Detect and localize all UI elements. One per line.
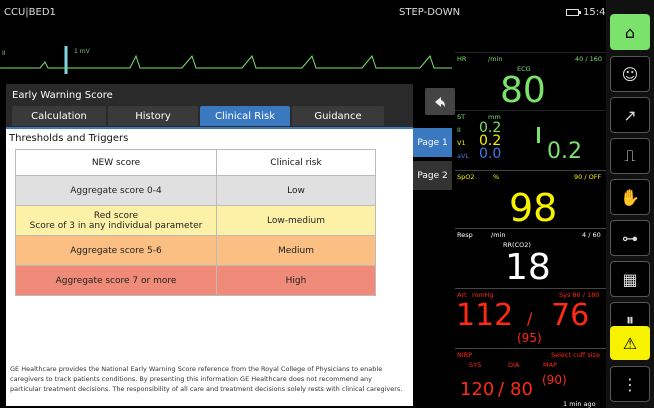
clinical-risk-content: Thresholds and Triggers NEW score Clinic… <box>6 127 413 406</box>
patient-icon: ☺ <box>621 64 639 84</box>
tab-clinical-risk[interactable]: Clinical Risk <box>200 106 290 126</box>
spo2-value: 98 <box>509 186 558 230</box>
hr-limits: 40 / 160 <box>575 55 602 63</box>
risk-row: Aggregate score 5-6 Medium <box>15 235 376 266</box>
nibp-dia-header: DIA <box>508 361 520 369</box>
nibp-parameter[interactable]: NIBP Select cuff size SYS DIA MAP 120 / … <box>455 348 606 408</box>
art-map-value: (95) <box>517 331 542 345</box>
resp-limits: 4 / 60 <box>582 231 601 239</box>
hand-icon: ✋ <box>620 187 640 207</box>
ecg-waveform: II 1 mV <box>0 44 452 84</box>
tab-history[interactable]: History <box>108 106 198 126</box>
more-button[interactable]: ⋮ <box>610 366 650 402</box>
resp-unit: /min <box>491 231 506 239</box>
page-2-button[interactable]: Page 2 <box>413 161 452 190</box>
resp-label: Resp <box>457 231 473 239</box>
nibp-label: NIBP <box>457 351 473 359</box>
tab-guidance[interactable]: Guidance <box>292 106 384 126</box>
disclaimer-text: GE Healthcare provides the National Earl… <box>10 365 403 393</box>
header-new-score: NEW score <box>15 149 217 176</box>
nibp-slash: / <box>498 379 505 400</box>
resp-parameter[interactable]: Resp /min 4 / 60 RR(CO2) 18 <box>455 228 606 288</box>
risk-row: Red score Score of 3 in any individual p… <box>15 205 376 236</box>
risk-score-cell: Aggregate score 5-6 <box>15 235 217 266</box>
ews-header: Early Warning Score Calculation History … <box>6 84 413 127</box>
hr-parameter[interactable]: HR /min 40 / 160 ECG 80 <box>455 52 606 111</box>
nibp-map-header: MAP <box>543 361 557 369</box>
art-parameter[interactable]: Art mmHg Sys 80 / 180 112 / 76 (95) <box>455 288 606 348</box>
nibp-time-ago: 1 min ago <box>563 400 596 408</box>
risk-level-cell: High <box>216 265 376 296</box>
tab-calculation[interactable]: Calculation <box>12 106 106 126</box>
nibp-map-value: (90) <box>542 373 567 387</box>
ews-tabs: Calculation History Clinical Risk Guidan… <box>12 106 386 126</box>
calculator-button[interactable]: ▦ <box>610 261 650 297</box>
alarm-silence-icon: ⚠ <box>622 333 638 353</box>
bed-button[interactable]: ⎍ <box>610 138 650 174</box>
calculator-icon: ▦ <box>622 269 638 289</box>
bed-label: CCU|BED1 <box>4 7 56 18</box>
nibp-sys-header: SYS <box>469 361 482 369</box>
st-lead-ii: II <box>457 126 461 134</box>
page-selector: Page 1 Page 2 <box>413 128 453 194</box>
st-label: ST <box>457 113 466 121</box>
early-warning-score-panel: Early Warning Score Calculation History … <box>6 84 413 406</box>
alarm-silence-button[interactable]: ⚠ <box>610 326 650 360</box>
home-icon: ⌂ <box>624 22 636 42</box>
ews-title: Early Warning Score <box>12 90 113 101</box>
more-icon: ⋮ <box>622 374 638 394</box>
resp-value: 18 <box>505 247 551 288</box>
battery-icon <box>566 9 581 16</box>
spo2-label: SpO2 <box>457 173 475 181</box>
risk-row: Aggregate score 7 or more High <box>15 265 376 296</box>
st-bar-icon <box>537 127 540 143</box>
risk-level-cell: Low-medium <box>216 205 376 236</box>
header-clinical-risk: Clinical risk <box>216 149 376 176</box>
hr-value: 80 <box>500 70 546 111</box>
right-sidebar: ⌂ ☺ ↗ ⎍ ✋ ⊶ ▦ ⏸ ⚠ ⋮ <box>606 0 654 408</box>
back-arrow-icon <box>435 96 445 107</box>
page-1-button[interactable]: Page 1 <box>413 128 452 157</box>
art-sys-value: 112 <box>456 298 514 333</box>
st-parameter[interactable]: ST mm II V1 aVL 0.2 0.2 0.0 0.2 <box>455 110 606 168</box>
st-value-avl: 0.0 <box>479 146 502 162</box>
hr-label: HR <box>457 55 467 63</box>
risk-row: Aggregate score 0-4 Low <box>15 175 376 206</box>
hr-unit: /min <box>488 55 503 63</box>
risk-score-cell: Aggregate score 7 or more <box>15 265 217 296</box>
vitals-column: HR /min 40 / 160 ECG 80 ST mm II V1 aVL … <box>455 52 606 408</box>
hand-button[interactable]: ✋ <box>610 179 650 215</box>
spo2-limits: 90 / OFF <box>574 173 602 181</box>
nibp-dia-value: 80 <box>510 379 533 400</box>
risk-level-cell: Low <box>216 175 376 206</box>
art-dia-value: 76 <box>551 298 590 333</box>
st-lead-avl: aVL <box>457 152 470 160</box>
nibp-sys-value: 120 <box>460 379 495 400</box>
spo2-unit: % <box>493 173 500 181</box>
thresholds-title: Thresholds and Triggers <box>9 133 129 144</box>
st-main-value: 0.2 <box>547 139 582 164</box>
back-button[interactable] <box>425 88 455 115</box>
bed-icon: ⎍ <box>624 146 636 165</box>
top-bar: CCU|BED1 STEP-DOWN 15:45 <box>0 0 612 28</box>
signal-button[interactable]: ⊶ <box>610 220 650 256</box>
clinical-risk-table: NEW score Clinical risk Aggregate score … <box>15 149 376 296</box>
st-lead-v1: V1 <box>457 139 466 147</box>
risk-score-cell: Aggregate score 0-4 <box>15 175 217 206</box>
ecg-trace <box>0 46 452 74</box>
risk-score-cell: Red score Score of 3 in any individual p… <box>15 205 217 236</box>
patient-button[interactable]: ☺ <box>610 56 650 92</box>
spo2-parameter[interactable]: SpO2 % 90 / OFF 98 <box>455 170 606 230</box>
nibp-cuff-note: Select cuff size <box>551 351 600 359</box>
trends-icon: ↗ <box>623 105 637 125</box>
trends-button[interactable]: ↗ <box>610 97 650 133</box>
care-unit-mode: STEP-DOWN <box>399 7 461 18</box>
risk-level-cell: Medium <box>216 235 376 266</box>
art-slash: / <box>527 309 533 328</box>
signal-icon: ⊶ <box>622 228 638 248</box>
home-button[interactable]: ⌂ <box>610 14 650 50</box>
